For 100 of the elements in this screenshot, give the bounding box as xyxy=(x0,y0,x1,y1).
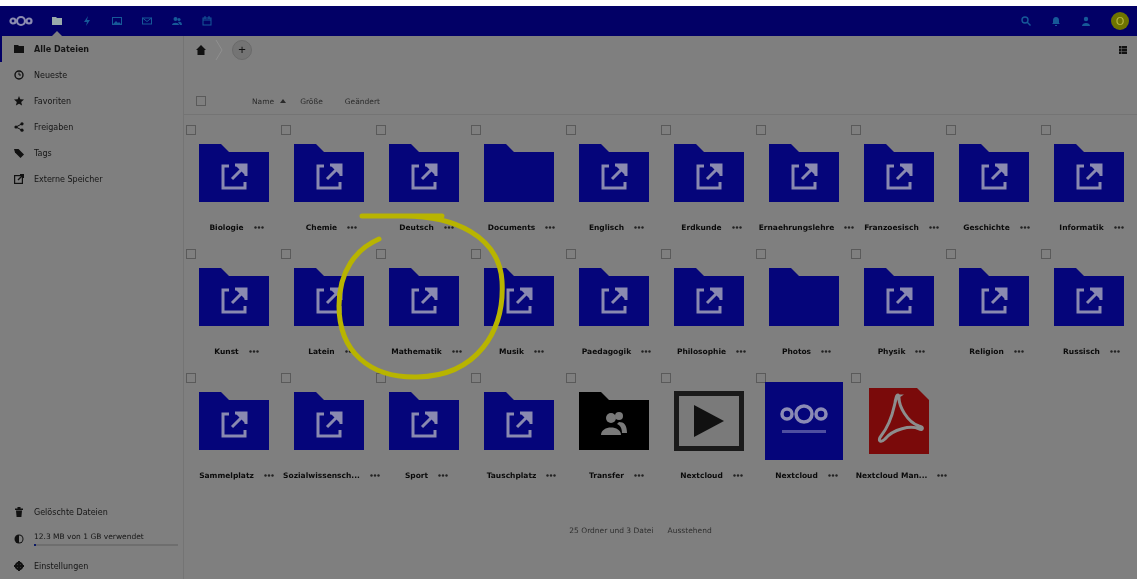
more-icon[interactable] xyxy=(545,225,556,229)
more-icon[interactable] xyxy=(915,349,926,353)
more-icon[interactable] xyxy=(928,225,939,229)
shared-folder-icon xyxy=(578,144,649,202)
file-checkbox[interactable] xyxy=(566,249,576,259)
more-icon[interactable] xyxy=(1109,349,1120,353)
nextcloud-logo-icon xyxy=(8,15,34,27)
shared-folder-icon xyxy=(198,392,269,450)
more-icon[interactable] xyxy=(641,349,652,353)
file-checkbox[interactable] xyxy=(376,125,386,135)
more-icon[interactable] xyxy=(451,349,462,353)
more-icon[interactable] xyxy=(1019,225,1030,229)
image-icon xyxy=(112,16,122,26)
shared-folder-icon xyxy=(388,268,459,326)
file-checkbox[interactable] xyxy=(471,125,481,135)
shared-folder-icon xyxy=(388,144,459,202)
share-icon xyxy=(14,122,24,132)
file-checkbox[interactable] xyxy=(566,373,576,383)
file-checkbox[interactable] xyxy=(281,125,291,135)
file-checkbox[interactable] xyxy=(471,249,481,259)
file-checkbox[interactable] xyxy=(1041,125,1051,135)
search-icon xyxy=(1021,16,1031,26)
file-checkbox[interactable] xyxy=(186,249,196,259)
shared-folder-icon xyxy=(863,144,934,202)
more-icon[interactable] xyxy=(844,225,855,229)
more-icon[interactable] xyxy=(248,349,259,353)
sidebar-item[interactable]: Freigaben xyxy=(0,114,183,140)
folder-icon xyxy=(14,44,24,54)
file-checkbox[interactable] xyxy=(471,373,481,383)
file-checkbox[interactable] xyxy=(756,373,766,383)
file-checkbox[interactable] xyxy=(851,125,861,135)
file-checkbox[interactable] xyxy=(756,125,766,135)
more-icon[interactable] xyxy=(937,473,948,477)
more-icon[interactable] xyxy=(347,225,358,229)
more-icon[interactable] xyxy=(736,349,747,353)
file-checkbox[interactable] xyxy=(1041,249,1051,259)
file-checkbox[interactable] xyxy=(851,249,861,259)
select-all-checkbox[interactable] xyxy=(196,96,206,106)
file-checkbox[interactable] xyxy=(661,125,671,135)
file-checkbox[interactable] xyxy=(186,373,196,383)
new-button[interactable]: + xyxy=(232,40,252,60)
mail-icon xyxy=(142,16,152,26)
sidebar-item[interactable]: Tags xyxy=(0,140,183,166)
sidebar-item[interactable]: Favoriten xyxy=(0,88,183,114)
shared-folder-icon xyxy=(1053,144,1124,202)
more-icon[interactable] xyxy=(533,349,544,353)
file-checkbox[interactable] xyxy=(851,373,861,383)
file-checkbox[interactable] xyxy=(376,249,386,259)
more-icon[interactable] xyxy=(263,473,274,477)
shared-folder-icon xyxy=(483,268,554,326)
shared-folder-icon xyxy=(768,144,839,202)
file-checkbox[interactable] xyxy=(186,125,196,135)
file-checkbox[interactable] xyxy=(661,249,671,259)
more-icon[interactable] xyxy=(827,473,838,477)
shared-folder-icon xyxy=(578,268,649,326)
more-icon[interactable] xyxy=(1113,225,1124,229)
sort-up-icon xyxy=(280,99,287,103)
external-link-icon xyxy=(14,174,24,184)
calendar-icon xyxy=(202,16,212,26)
shared-folder-icon xyxy=(198,268,269,326)
shared-folder-icon xyxy=(958,144,1029,202)
view-toggle-icon xyxy=(1119,45,1127,55)
shared-folder-icon xyxy=(483,392,554,450)
shared-folder-icon xyxy=(388,392,459,450)
sidebar-item[interactable]: Gelöschte Dateien xyxy=(0,499,183,525)
file-checkbox[interactable] xyxy=(376,373,386,383)
lightning-icon xyxy=(82,16,92,26)
more-icon[interactable] xyxy=(546,473,557,477)
shared-folder-icon xyxy=(673,144,744,202)
file-checkbox[interactable] xyxy=(946,249,956,259)
more-icon[interactable] xyxy=(443,225,454,229)
file-checkbox[interactable] xyxy=(281,249,291,259)
bell-icon xyxy=(1051,16,1061,26)
shared-folder-icon xyxy=(293,144,364,202)
pdf-icon xyxy=(868,388,929,454)
more-icon[interactable] xyxy=(438,473,449,477)
sidebar-item[interactable]: Neueste xyxy=(0,62,183,88)
file-checkbox[interactable] xyxy=(281,373,291,383)
file-checkbox[interactable] xyxy=(566,125,576,135)
more-icon[interactable] xyxy=(633,473,644,477)
group-folder-icon xyxy=(578,392,649,450)
trash-icon xyxy=(14,507,24,517)
more-icon[interactable] xyxy=(1013,349,1024,353)
tag-icon xyxy=(14,148,24,158)
more-icon[interactable] xyxy=(634,225,645,229)
more-icon[interactable] xyxy=(821,349,832,353)
clock-icon xyxy=(14,70,24,80)
file-checkbox[interactable] xyxy=(661,373,671,383)
sidebar-item[interactable]: Alle Dateien xyxy=(0,36,183,62)
contacts-icon xyxy=(172,16,182,26)
more-icon[interactable] xyxy=(731,225,742,229)
more-icon[interactable] xyxy=(253,225,264,229)
shared-folder-icon xyxy=(863,268,934,326)
more-icon[interactable] xyxy=(369,473,380,477)
sidebar-item[interactable]: Einstellungen xyxy=(0,553,183,579)
file-checkbox[interactable] xyxy=(756,249,766,259)
sidebar-item[interactable]: Externe Speicher xyxy=(0,166,183,192)
shared-folder-icon xyxy=(1053,268,1124,326)
file-checkbox[interactable] xyxy=(946,125,956,135)
more-icon[interactable] xyxy=(732,473,743,477)
